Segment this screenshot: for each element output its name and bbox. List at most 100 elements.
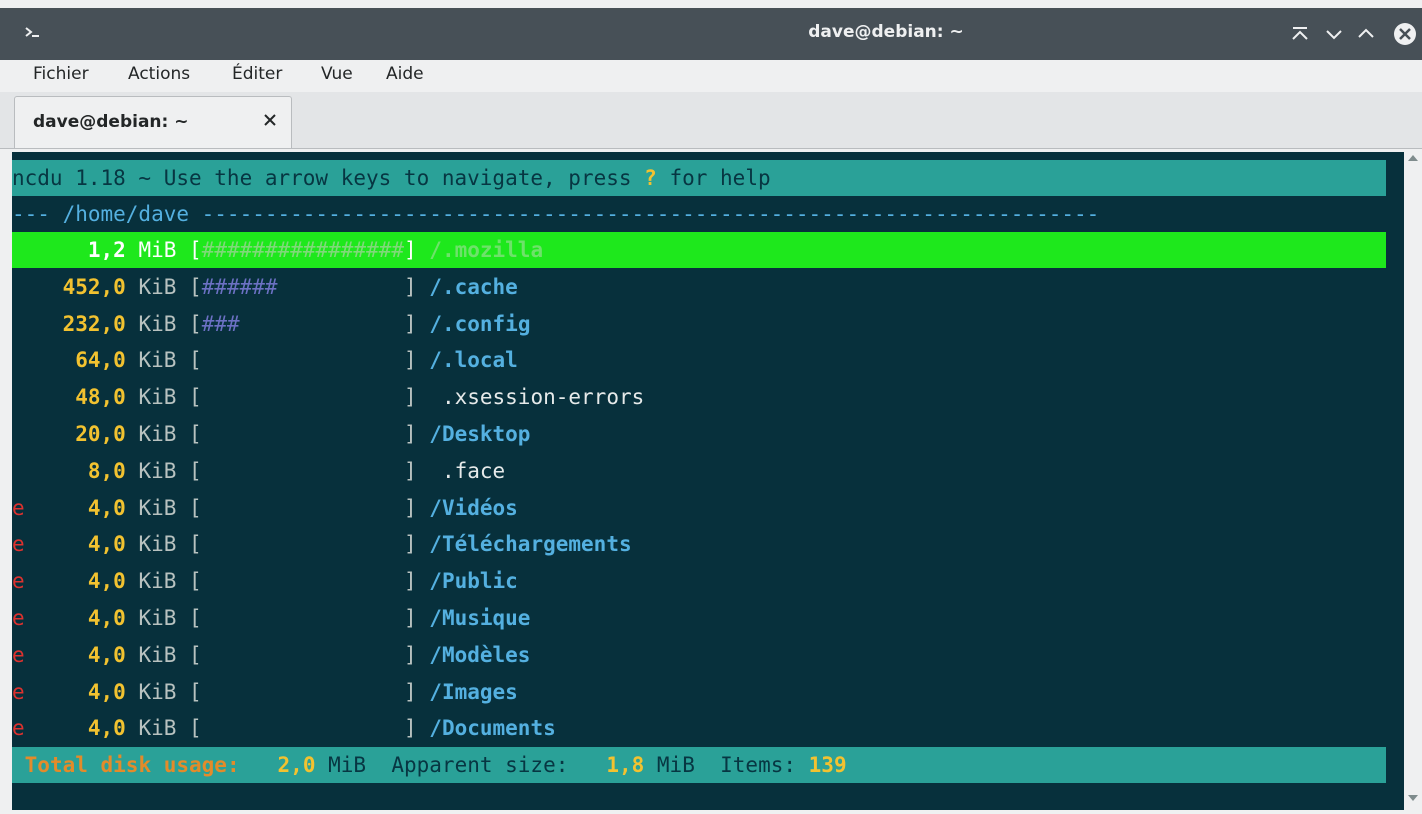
status-footer: Total disk usage: 2,0 MiB Apparent size:…: [12, 747, 1386, 783]
total-disk-usage-label: Total disk usage:: [24, 753, 240, 777]
error-flag: [12, 348, 25, 372]
row-unit: KiB: [138, 348, 177, 373]
keep-above-icon[interactable]: [1288, 22, 1312, 46]
current-path-line: --- /home/dave -------------------------…: [12, 202, 1100, 226]
row-unit: KiB: [138, 458, 177, 483]
row-name: .face: [441, 458, 506, 483]
row-unit: MiB: [138, 238, 177, 262]
row-name: .config: [441, 311, 531, 336]
tab-bar: dave@debian: ~: [0, 92, 1422, 149]
total-disk-usage-unit: MiB: [328, 753, 367, 777]
row-slash: /: [429, 495, 442, 520]
maximize-icon[interactable]: [1354, 22, 1378, 46]
row-name: Documents: [441, 716, 556, 741]
row-size: 4,0: [87, 569, 126, 594]
tab-close-icon[interactable]: [261, 111, 279, 129]
row-size: 232,0: [62, 311, 126, 336]
row-unit: KiB: [138, 606, 177, 630]
error-flag: e: [12, 569, 25, 594]
help-text-pre: ncdu 1.18 ~ Use the arrow keys to naviga…: [12, 166, 645, 190]
error-flag: [12, 422, 25, 446]
error-flag: e: [12, 642, 25, 667]
close-icon[interactable]: [1393, 22, 1417, 46]
error-flag: [12, 238, 25, 262]
file-list-row[interactable]: e 4,0 KiB [ ] /Documents: [12, 710, 1386, 746]
row-size: 48,0: [75, 385, 126, 410]
row-name: Téléchargements: [441, 532, 632, 557]
row-size: 20,0: [75, 422, 126, 446]
terminal-view[interactable]: ncdu 1.18 ~ Use the arrow keys to naviga…: [12, 152, 1404, 810]
minimize-icon[interactable]: [1322, 22, 1346, 46]
file-list-row[interactable]: e 4,0 KiB [ ] /Téléchargements: [12, 526, 1386, 562]
file-list-row[interactable]: 8,0 KiB [ ] .face: [12, 453, 1386, 489]
file-list-row[interactable]: 48,0 KiB [ ] .xsession-errors: [12, 379, 1386, 415]
row-slash: /: [429, 716, 442, 741]
error-flag: e: [12, 716, 25, 741]
apparent-size-unit: MiB: [656, 753, 695, 777]
row-slash: /: [429, 238, 442, 262]
error-flag: e: [12, 606, 25, 630]
row-name: Images: [441, 679, 518, 704]
row-name: .cache: [441, 274, 518, 299]
row-size: 1,2: [87, 238, 126, 262]
file-list-row[interactable]: e 4,0 KiB [ ] /Musique: [12, 600, 1386, 636]
help-text-post: for help: [656, 166, 771, 190]
row-slash: /: [429, 532, 442, 557]
row-slash: /: [429, 348, 442, 373]
file-list-row[interactable]: e 4,0 KiB [ ] /Vidéos: [12, 490, 1386, 526]
items-label: Items:: [720, 753, 796, 777]
row-slash: /: [429, 679, 442, 704]
row-unit: KiB: [138, 422, 177, 446]
row-unit: KiB: [138, 532, 177, 557]
row-size: 4,0: [87, 532, 126, 557]
error-flag: e: [12, 679, 25, 704]
error-flag: [12, 459, 25, 483]
row-unit: KiB: [138, 274, 177, 299]
row-slash: /: [429, 569, 442, 594]
scroll-up-icon[interactable]: [1407, 152, 1419, 164]
row-usage-bar: ################: [201, 238, 404, 262]
row-slash: /: [429, 311, 442, 336]
scroll-down-icon[interactable]: [1407, 792, 1419, 804]
apparent-size-label: Apparent size:: [391, 753, 569, 777]
menu-vue[interactable]: Vue: [321, 64, 353, 84]
help-key: ?: [644, 166, 657, 190]
menu-editer[interactable]: Éditer: [232, 64, 282, 84]
file-list-row[interactable]: 20,0 KiB [ ] /Desktop: [12, 416, 1386, 452]
file-list-row[interactable]: e 4,0 KiB [ ] /Images: [12, 674, 1386, 710]
error-flag: e: [12, 532, 25, 557]
menu-actions[interactable]: Actions: [128, 64, 190, 84]
row-unit: KiB: [138, 679, 177, 704]
apparent-size-value: 1,8: [606, 753, 645, 777]
row-unit: KiB: [138, 569, 177, 594]
file-list-row[interactable]: e 4,0 KiB [ ] /Modèles: [12, 637, 1386, 673]
error-flag: [12, 312, 25, 336]
ncdu-help-line: ncdu 1.18 ~ Use the arrow keys to naviga…: [12, 160, 1386, 196]
title-bar[interactable]: dave@debian: ~: [0, 8, 1422, 60]
file-list-row[interactable]: 64,0 KiB [ ] /.local: [12, 342, 1386, 378]
row-name: .xsession-errors: [441, 385, 645, 410]
tab-session[interactable]: dave@debian: ~: [14, 96, 292, 148]
total-disk-usage-value: 2,0: [277, 753, 316, 777]
menu-fichier[interactable]: Fichier: [33, 64, 89, 84]
error-flag: [12, 385, 25, 409]
row-name: Modèles: [441, 642, 531, 667]
row-name: .mozilla: [441, 238, 544, 262]
file-list-row[interactable]: e 4,0 KiB [ ] /Public: [12, 563, 1386, 599]
row-name: Musique: [441, 606, 531, 630]
file-list-row[interactable]: 1,2 MiB [################] /.mozilla: [12, 232, 1386, 268]
row-slash: [429, 459, 442, 483]
row-unit: KiB: [138, 642, 177, 667]
row-slash: /: [429, 274, 442, 299]
file-list-row[interactable]: 452,0 KiB [###### ] /.cache: [12, 269, 1386, 305]
error-flag: [12, 275, 25, 299]
row-slash: /: [429, 422, 442, 446]
row-usage-bar: ######: [201, 274, 278, 299]
file-list-row[interactable]: 232,0 KiB [### ] /.config: [12, 306, 1386, 342]
row-size: 4,0: [87, 606, 126, 630]
row-size: 64,0: [75, 348, 126, 373]
row-slash: [429, 385, 442, 409]
tab-label: dave@debian: ~: [33, 112, 189, 132]
menu-aide[interactable]: Aide: [386, 64, 424, 84]
terminal-scrollbar[interactable]: [1404, 152, 1422, 810]
